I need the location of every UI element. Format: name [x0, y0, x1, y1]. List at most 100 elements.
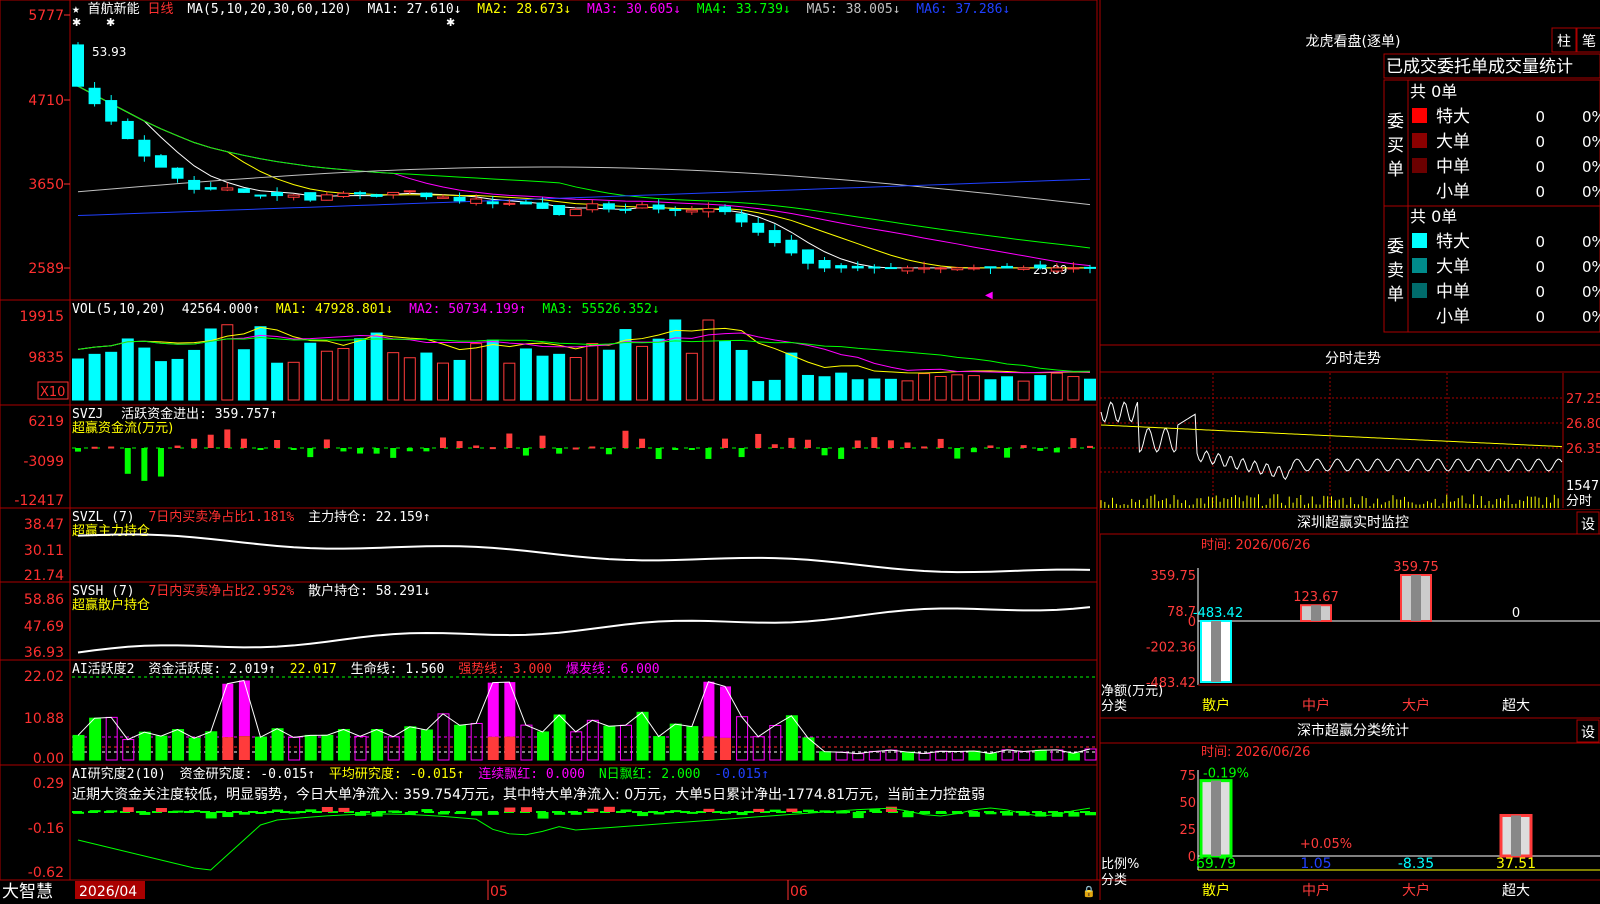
ai-research-bar: [968, 812, 980, 817]
svzj-bar: [489, 447, 496, 450]
row-label: 特大: [1436, 232, 1470, 252]
row-percent: 0%: [1582, 158, 1600, 176]
brand-logo[interactable]: 大智慧: [2, 882, 53, 902]
candle-body: [918, 267, 931, 270]
ai-research-d: N日飘红: 2.000: [599, 766, 701, 782]
volume-bar: [685, 352, 698, 401]
vol-ma2: MA2: 50734.199↑: [409, 302, 526, 317]
row-label: 特大: [1436, 107, 1470, 127]
ai-active-bar: [984, 753, 997, 761]
y-tick: 2589: [28, 261, 64, 277]
svzj-bars: [75, 429, 1093, 481]
svzj-bar: [589, 446, 596, 449]
ai-research-bar: [720, 811, 732, 814]
buy-rows: 特大 0 0% 大单 0 0% 中单 0 0% 小单 0 0%: [1412, 107, 1600, 202]
candle-body: [88, 87, 101, 105]
candle-body: [1050, 267, 1063, 272]
svzj-bar: [157, 448, 164, 477]
ai-active-bar: [736, 716, 749, 761]
ai-research-bar: [670, 810, 682, 813]
star-icon[interactable]: ★: [72, 2, 80, 17]
ai-active-bar: [1018, 751, 1031, 761]
ai-active-bar: [470, 722, 483, 761]
sz-monitor-time: 时间: 2026/06/26: [1201, 538, 1310, 553]
stock-name: 首航新能: [88, 1, 140, 17]
row-count: 0: [1535, 183, 1545, 201]
row-percent: 0%: [1582, 308, 1600, 326]
volume-bar: [934, 375, 947, 401]
y-tick: 47.69: [24, 619, 64, 635]
x-unit: 分类: [1101, 699, 1127, 714]
fenshi-chart[interactable]: [1100, 401, 1563, 508]
candle-body: [519, 201, 532, 205]
volume-bar: [536, 355, 549, 401]
candle-body: [337, 192, 350, 198]
ai-active-bar: [619, 724, 632, 761]
ai-active-bar: [487, 736, 499, 760]
delta-label: +0.05%: [1300, 837, 1352, 852]
row-count: 0: [1535, 283, 1545, 301]
category-label: 超大: [1502, 698, 1530, 714]
svzj-bar: [738, 448, 745, 458]
period-label[interactable]: 日线: [148, 2, 174, 17]
ai-research-bar: [869, 809, 881, 812]
candle-body: [304, 192, 317, 201]
svzj-bar: [108, 446, 115, 449]
volume-bar: [884, 378, 897, 401]
ai-research-bar: [305, 809, 317, 812]
svzj-bar: [622, 430, 629, 448]
volume-bar: [138, 347, 151, 401]
category-label: 散户: [1202, 882, 1230, 899]
svzj-bar: [174, 445, 181, 448]
candle-body: [287, 194, 300, 198]
candle-body: [72, 44, 84, 87]
ai-active-bar: [155, 735, 168, 761]
row-percent: 0%: [1582, 233, 1600, 251]
ai-active-y-axis: 22.02 10.88 0.00: [24, 669, 64, 767]
y-tick: 27.25: [1566, 392, 1600, 407]
candle-body: [801, 249, 814, 264]
ma-header: MA(5,10,20,30,60,120): [187, 2, 351, 17]
svzj-bar: [821, 448, 828, 456]
ai-research-bar: [603, 806, 615, 812]
row-label: 大单: [1436, 257, 1470, 277]
row-label: 大单: [1436, 132, 1470, 152]
candle-body: [204, 187, 217, 190]
dragon-subtitle: 已成交委托单成交量统计: [1386, 57, 1573, 77]
main-header: ★ 首航新能 日线 MA(5,10,20,30,60,120) MA1: 27.…: [72, 1, 1010, 17]
fenshi-grid: [1100, 373, 1563, 508]
svzj-bar: [307, 448, 314, 458]
y-unit: 比例%: [1101, 857, 1139, 872]
volume-bar: [719, 341, 732, 401]
ai-research-c: 连续飘红: 0.000: [478, 766, 585, 782]
volume-bar: [652, 338, 665, 401]
volume-bar: [486, 339, 499, 401]
candlesticks[interactable]: [72, 42, 1096, 275]
volume-bar: [1001, 376, 1014, 401]
ai-active-bar: [1051, 749, 1064, 761]
ai-research-bar: [1085, 812, 1096, 816]
color-swatch: [1412, 108, 1427, 123]
fenshi-vol-label: 1547: [1566, 479, 1599, 494]
lock-icon[interactable]: 🔒: [1082, 885, 1096, 898]
ai-active-bar: [288, 736, 301, 761]
bar-shade: [1511, 815, 1521, 856]
y-tick: 26.80: [1566, 417, 1600, 432]
ai-active-bar: [951, 750, 964, 761]
svzl-y-axis: 38.47 30.11 21.74: [24, 517, 64, 584]
ai-active-c: 生命线: 1.560: [351, 661, 445, 677]
y-tick: 0.00: [33, 751, 64, 767]
candle-body: [752, 222, 765, 233]
candle-body: [138, 139, 151, 157]
asterisk-icon: ✱: [446, 16, 455, 29]
ai-research-bar: [122, 807, 134, 812]
ai-research-header: AI研究度2(10) 资金研究度: -0.015↑ 平均研究度: -0.015↑…: [72, 766, 769, 782]
ai-research-bar: [836, 811, 848, 814]
candle-body: [503, 202, 516, 205]
ai-research-bar: [769, 809, 781, 812]
ai-research-bar: [504, 807, 516, 812]
color-swatch: [1412, 233, 1427, 248]
svzj-bar: [191, 438, 198, 448]
sz-monitor-chart: 359.7578.70-202.36-483.42净额(万元)分类-483.42…: [1101, 560, 1600, 714]
chart-area[interactable]: ★ 首航新能 日线 MA(5,10,20,30,60,120) MA1: 27.…: [0, 0, 1098, 881]
